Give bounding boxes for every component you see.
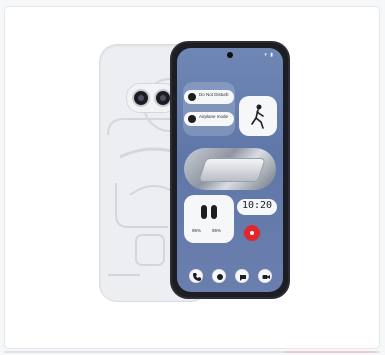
card-accent-bar bbox=[285, 351, 375, 353]
photo-widget bbox=[184, 148, 276, 190]
airplane-icon bbox=[188, 115, 196, 123]
activity-widget bbox=[239, 96, 277, 136]
walking-icon bbox=[251, 104, 264, 129]
message-icon bbox=[235, 269, 249, 283]
moon-icon bbox=[188, 93, 196, 101]
quick-setting-dnd: Do Not Disturb bbox=[184, 90, 234, 104]
status-bar-icons: ▾ ▮ bbox=[264, 52, 274, 58]
record-button bbox=[244, 225, 260, 241]
clock-time: 10:20 bbox=[241, 200, 273, 211]
photo-object bbox=[198, 158, 266, 182]
right-earbud-battery: 95% bbox=[212, 228, 222, 233]
quick-setting-airplane: Airplane mode bbox=[184, 112, 234, 126]
clock-widget: 10:20 bbox=[237, 199, 277, 215]
phone-front-image: ▾ ▮ Do Not Disturb Airplane mode 95% 95%… bbox=[170, 41, 290, 299]
earbuds-widget: 95% 95% bbox=[184, 195, 234, 243]
camera-lens bbox=[132, 89, 150, 107]
phone-icon bbox=[189, 269, 203, 283]
quick-settings-tile: Do Not Disturb Airplane mode bbox=[183, 82, 235, 136]
video-icon bbox=[258, 269, 272, 283]
camera-icon bbox=[212, 269, 226, 283]
front-camera bbox=[227, 52, 233, 58]
phone-screen: ▾ ▮ Do Not Disturb Airplane mode 95% 95%… bbox=[177, 48, 283, 292]
left-earbud-battery: 95% bbox=[192, 228, 202, 233]
